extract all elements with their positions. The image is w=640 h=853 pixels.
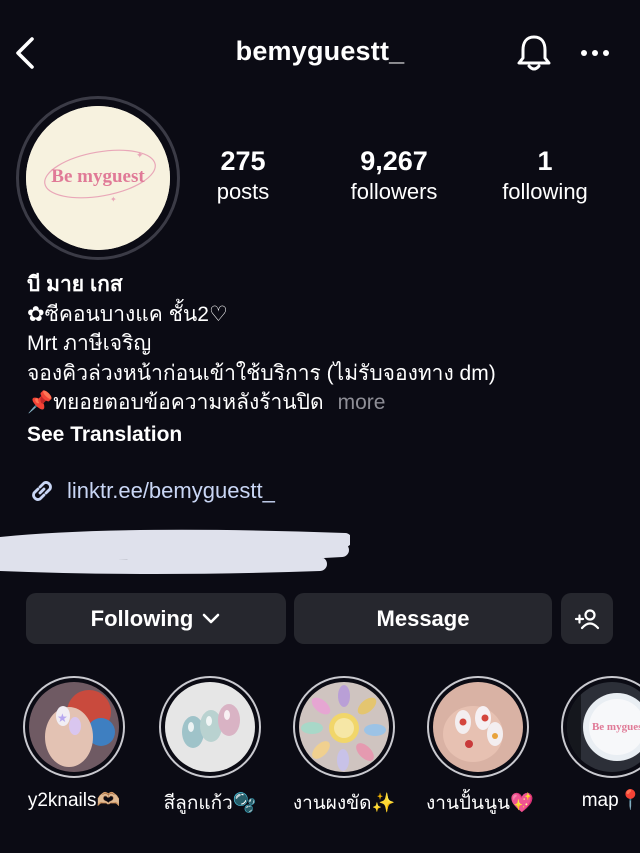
bio-line: Mrt ภาษีเจริญ xyxy=(27,332,152,355)
stat-followers[interactable]: 9,267 followers xyxy=(336,146,452,205)
link-icon xyxy=(32,481,52,501)
highlight-label: งานปั้นนูน💖 xyxy=(426,793,534,814)
svg-text:✦: ✦ xyxy=(110,195,117,204)
highlight-item[interactable]: Be myguest map📍 xyxy=(560,676,640,812)
profile-link[interactable]: linktr.ee/bemyguestt_ xyxy=(27,476,275,506)
highlight-item[interactable]: งานปั้นนูน💖 xyxy=(426,676,534,818)
following-button[interactable]: Following xyxy=(26,593,286,644)
svg-text:★: ★ xyxy=(57,711,68,725)
highlight-label: สีลูกแก้ว🫧 xyxy=(163,793,257,814)
highlight-ring[interactable] xyxy=(159,676,261,778)
chevron-down-icon xyxy=(203,613,220,623)
highlight-thumbnail xyxy=(299,682,389,772)
top-bar: bemyguestt_ xyxy=(0,0,640,106)
highlight-thumbnail: Be myguest xyxy=(567,682,640,772)
followers-label: followers xyxy=(350,179,438,204)
highlight-label: y2knails🫶🏼 xyxy=(27,790,121,811)
posts-count: 275 xyxy=(220,146,266,176)
message-button[interactable]: Message xyxy=(294,593,552,644)
message-button-label: Message xyxy=(376,605,470,631)
following-count: 1 xyxy=(537,146,553,176)
add-user-icon xyxy=(574,608,600,629)
highlight-item[interactable]: สีลูกแก้ว🫧 xyxy=(158,676,262,818)
display-name: บี มาย เกส xyxy=(27,273,123,296)
see-translation-link[interactable]: See Translation xyxy=(27,423,182,447)
highlight-ring[interactable] xyxy=(427,676,529,778)
bio-line: จองคิวล่วงหน้าก่อนเข้าใช้บริการ (ไม่รับจ… xyxy=(27,361,496,385)
profile-bio: บี มาย เกส ✿ซีคอนบางแค ชั้น2♡ Mrt ภาษีเจ… xyxy=(27,270,627,418)
highlight-ring[interactable] xyxy=(293,676,395,778)
highlight-item[interactable]: ★ y2knails🫶🏼 xyxy=(22,676,126,812)
following-button-label: Following xyxy=(90,605,194,631)
stat-posts[interactable]: 275 posts xyxy=(200,146,286,205)
more-link[interactable]: more xyxy=(338,391,386,414)
bell-icon xyxy=(517,35,551,71)
svg-text:✦: ✦ xyxy=(136,150,144,160)
redaction-scribble xyxy=(0,529,350,574)
bio-line: 📌ทยอยตอบข้อความหลังร้านปิด xyxy=(27,391,324,414)
highlight-thumbnail xyxy=(433,682,523,772)
avatar[interactable]: Be myguest ✦ ✦ xyxy=(26,106,170,250)
stat-following[interactable]: 1 following xyxy=(492,146,598,205)
followers-count: 9,267 xyxy=(360,146,428,176)
highlight-item[interactable]: งานผงขัด✨ xyxy=(292,676,396,818)
suggest-users-button[interactable] xyxy=(561,593,613,644)
highlight-ring[interactable]: ★ xyxy=(23,676,125,778)
posts-label: posts xyxy=(216,179,270,204)
avatar-logo: Be myguest ✦ ✦ xyxy=(26,106,170,250)
highlight-label: map📍 xyxy=(581,790,640,811)
bio-line-last: 📌ทยอยตอบข้อความหลังร้านปิด more xyxy=(27,388,627,418)
highlight-label: งานผงขัด✨ xyxy=(292,793,396,814)
more-options-button[interactable] xyxy=(578,40,612,66)
bio-line: ✿ซีคอนบางแค ชั้น2♡ xyxy=(27,302,228,326)
following-label: following xyxy=(502,179,588,204)
avatar-logo-text: Be myguest xyxy=(51,166,145,187)
more-horizontal-icon xyxy=(581,50,609,56)
profile-link-text: linktr.ee/bemyguestt_ xyxy=(67,478,275,503)
highlight-thumbnail: ★ xyxy=(29,682,119,772)
highlight-thumbnail xyxy=(165,682,255,772)
map-logo-text: Be myguest xyxy=(592,721,640,733)
notifications-button[interactable] xyxy=(514,32,554,74)
highlight-ring[interactable]: Be myguest xyxy=(561,676,640,778)
